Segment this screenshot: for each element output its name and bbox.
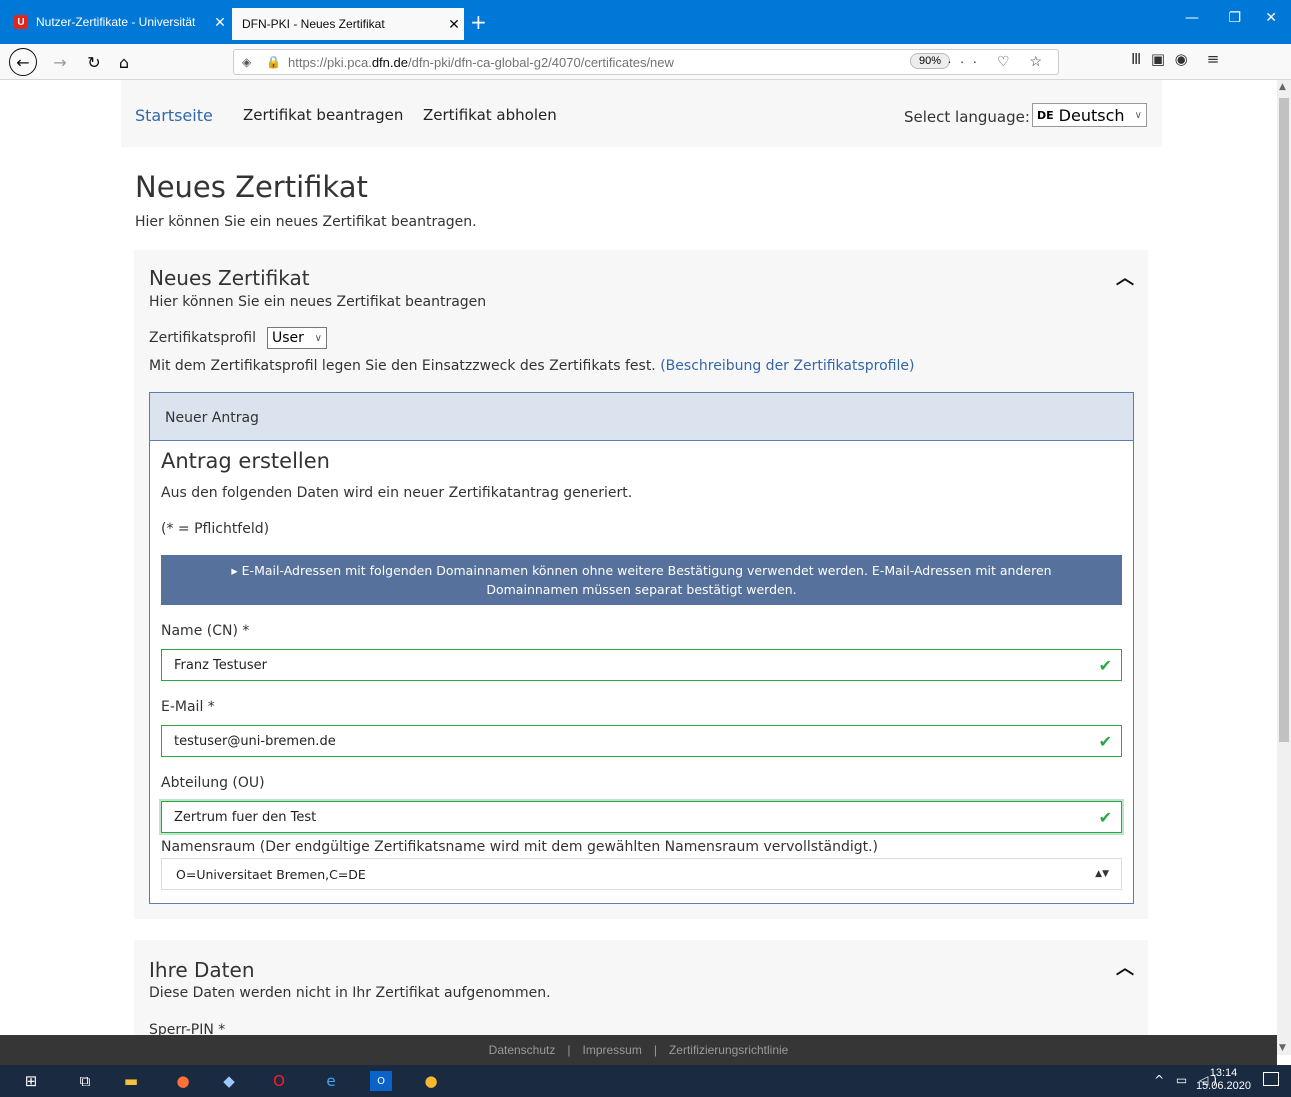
request-form-card: Neuer Antrag Antrag erstellen Aus den fo… (149, 392, 1134, 904)
form-title: Antrag erstellen (161, 449, 330, 473)
pin-label: Sperr-PIN * (149, 1022, 226, 1035)
collapse-caret-icon[interactable]: ︿ (1116, 264, 1134, 290)
url-bar[interactable]: ◈ 🔒 https://pki.pca.dfn.de/dfn-pki/dfn-c… (233, 49, 1059, 75)
browser-navbar: ← → ↻ ⌂ ◈ 🔒 https://pki.pca.dfn.de/dfn-p… (0, 44, 1291, 80)
ou-field[interactable]: Zertrum fuer den Test ✔ (161, 801, 1122, 833)
uni-bremen-favicon-icon: U (14, 15, 28, 29)
shield-icon[interactable]: ◈ (242, 55, 258, 69)
namespace-select[interactable]: O=Universitaet Bremen,C=DE ▲▼ (161, 858, 1122, 890)
panel2-title: Ihre Daten (149, 958, 255, 982)
email-label: E-Mail * (161, 699, 215, 715)
chevron-down-icon: ∨ (314, 332, 322, 344)
select-arrows-icon: ▲▼ (1095, 869, 1109, 879)
collapse-caret-icon[interactable]: ︿ (1116, 954, 1134, 980)
url-text: https://pki.pca.dfn.de/dfn-pki/dfn-ca-gl… (288, 54, 674, 70)
panel-title: Neues Zertifikat (149, 266, 310, 290)
tab-neues-zertifikat[interactable]: DFN-PKI - Neues Zertifikat ✕ (232, 8, 464, 40)
name-field[interactable]: Franz Testuser ✔ (161, 649, 1122, 681)
profile-description: Mit dem Zertifikatsprofil legen Sie den … (149, 358, 915, 374)
flag-de-icon: DE (1037, 108, 1054, 122)
site-nav: Startseite Zertifikat beantragen Zertifi… (121, 80, 1162, 147)
lock-icon[interactable]: 🔒 (266, 55, 281, 69)
scroll-down-icon[interactable]: ▼ (1279, 1043, 1286, 1053)
name-label: Name (CN) * (161, 623, 250, 639)
app-icon[interactable]: ◆ (218, 1071, 240, 1091)
check-icon: ✔ (1098, 731, 1112, 751)
app-icon[interactable]: ● (420, 1071, 442, 1091)
home-icon[interactable]: ⌂ (112, 50, 136, 74)
zoom-level[interactable]: 90% (909, 53, 950, 69)
page-lead: Hier können Sie ein neues Zertifikat bea… (135, 214, 477, 230)
your-data-panel: Ihre Daten Diese Daten werden nicht in I… (134, 940, 1148, 1035)
card-header-label: Neuer Antrag (165, 410, 259, 426)
file-explorer-icon[interactable]: ▬ (120, 1071, 142, 1091)
notification-icon[interactable] (1263, 1072, 1279, 1086)
language-value: Deutsch (1058, 105, 1125, 125)
email-domain-info[interactable]: ▸ E-Mail-Adressen mit folgenden Domainna… (161, 555, 1122, 605)
restore-icon[interactable]: ❐ (1228, 10, 1241, 26)
email-field[interactable]: testuser@uni-bremen.de ✔ (161, 725, 1122, 757)
page-viewport: Startseite Zertifikat beantragen Zertifi… (0, 80, 1277, 1035)
panel2-subtitle: Diese Daten werden nicht in Ihr Zertifik… (149, 985, 551, 1001)
opera-icon[interactable]: O (268, 1071, 290, 1091)
new-certificate-panel: Neues Zertifikat Hier können Sie ein neu… (134, 250, 1148, 919)
chevron-down-icon: ∨ (1134, 109, 1142, 121)
edge-icon[interactable]: e (320, 1071, 342, 1091)
tab-close-icon[interactable]: ✕ (444, 16, 464, 33)
page-title: Neues Zertifikat (135, 170, 368, 204)
check-icon: ✔ (1098, 655, 1112, 675)
card-header: Neuer Antrag (150, 393, 1133, 441)
tab-close-icon[interactable]: ✕ (210, 14, 230, 31)
tab-title: Nutzer-Zertifikate - Universität (36, 15, 196, 29)
scrollbar-thumb[interactable] (1279, 98, 1289, 742)
nav-zertifikat-beantragen[interactable]: Zertifikat beantragen (243, 106, 403, 124)
nav-startseite[interactable]: Startseite (135, 106, 213, 125)
forward-icon[interactable]: → (48, 50, 72, 74)
language-label: Select language: (904, 108, 1030, 126)
back-icon[interactable]: ← (9, 48, 37, 76)
page-actions-icon[interactable]: ··· ♡ ☆ (947, 53, 1050, 70)
profile-description-link[interactable]: (Beschreibung der Zertifikatsprofile) (660, 358, 914, 374)
minimize-icon[interactable]: — (1185, 10, 1199, 26)
window-close-icon[interactable]: ✕ (1265, 10, 1277, 26)
toolbar-icons[interactable]: Ⅲ ▣ ◉ ≡ (1131, 50, 1291, 68)
windows-taskbar: ⊞ ⧉ ▬ ● ◆ O e O ● ^ ▭ ◁) 13:14 15.06.202… (0, 1065, 1291, 1097)
footer-datenschutz[interactable]: Datenschutz (489, 1043, 556, 1057)
new-tab-button[interactable]: + (470, 10, 487, 34)
panel-subtitle: Hier können Sie ein neues Zertifikat bea… (149, 294, 487, 310)
page-footer: Datenschutz | Impressum | Zertifizierungsric… (0, 1035, 1277, 1065)
form-subtitle: Aus den folgenden Daten wird ein neuer Z… (161, 485, 633, 501)
nav-zertifikat-abholen[interactable]: Zertifikat abholen (423, 106, 557, 124)
profile-select[interactable]: User ∨ (267, 327, 327, 349)
tab-nutzer-zertifikate[interactable]: U Nutzer-Zertifikate - Universität ✕ (8, 8, 230, 36)
profile-label: Zertifikatsprofil (149, 330, 256, 346)
namespace-label: Namensraum (Der endgültige Zertifikatsna… (161, 839, 879, 855)
language-select[interactable]: DE Deutsch ∨ (1032, 103, 1147, 127)
firefox-icon[interactable]: ● (172, 1071, 194, 1091)
ou-label: Abteilung (OU) (161, 775, 265, 791)
tab-title: DFN-PKI - Neues Zertifikat (242, 17, 385, 31)
check-icon: ✔ (1098, 807, 1112, 827)
page-scrollbar[interactable]: ▲ ▼ (1277, 80, 1291, 1055)
scroll-up-icon[interactable]: ▲ (1279, 82, 1286, 92)
clock[interactable]: 13:14 15.06.2020 (1196, 1067, 1251, 1093)
footer-richtlinie[interactable]: Zertifizierungsrichtlinie (669, 1043, 788, 1057)
windows-start-icon[interactable]: ⊞ (20, 1071, 42, 1091)
required-hint: (* = Pflichtfeld) (161, 521, 270, 537)
profile-value: User (272, 330, 304, 346)
browser-tab-strip: U Nutzer-Zertifikate - Universität ✕ DFN… (0, 0, 1291, 44)
task-view-icon[interactable]: ⧉ (74, 1071, 96, 1091)
footer-impressum[interactable]: Impressum (582, 1043, 641, 1057)
reload-icon[interactable]: ↻ (82, 50, 106, 74)
outlook-icon[interactable]: O (370, 1071, 392, 1091)
